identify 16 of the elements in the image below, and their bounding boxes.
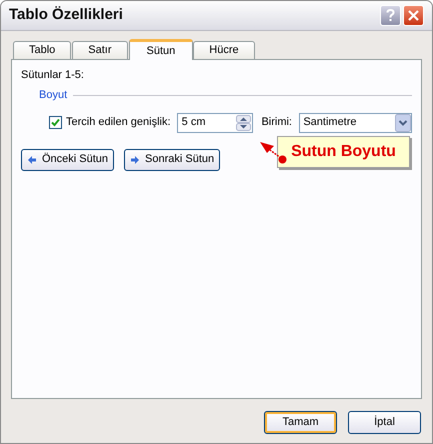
dialog-button[interactable]: İptal <box>348 411 421 434</box>
tab[interactable]: Tablo <box>13 41 72 59</box>
previous-button[interactable]: Önceki Sütun <box>21 148 114 170</box>
callout: Sutun Boyutu <box>277 136 410 168</box>
unit-dropdown[interactable]: Santimetre <box>299 112 412 132</box>
dialog-button[interactable]: Tamam <box>264 411 337 434</box>
next-button[interactable]: Sonraki Sütun <box>124 148 220 170</box>
group-title: Boyut <box>39 88 68 103</box>
field-label: Tercih edilen genişlik: <box>66 115 172 130</box>
window-title: Tablo Özellikleri <box>9 5 124 26</box>
width-field[interactable]: 5 cm <box>176 112 254 132</box>
tab[interactable]: Satır <box>72 41 128 59</box>
section-label: Sütunlar 1-5: <box>21 68 85 82</box>
field-label: Birimi: <box>261 115 293 130</box>
tab[interactable]: Sütun <box>128 39 194 60</box>
tab[interactable]: Hücre <box>193 41 255 59</box>
